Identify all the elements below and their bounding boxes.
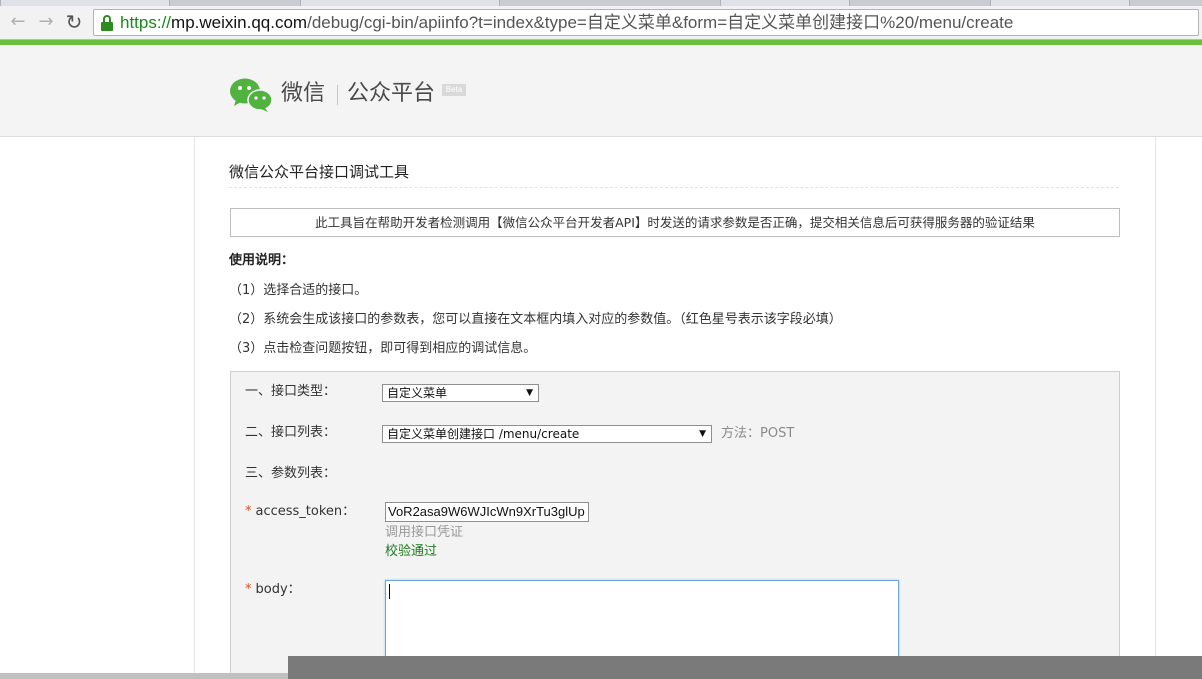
bottom-overlay-bar [288,656,1202,679]
url-text[interactable]: https://mp.weixin.qq.com/debug/cgi-bin/a… [120,10,1013,35]
brand-name: 微信 [281,81,326,106]
url-path: /debug/cgi-bin/apiinfo?t=index&type=自定义菜… [307,13,1014,32]
usage-step-2: （2）系统会生成该接口的参数表，您可以直接在文本框内填入对应的参数值。（红色星号… [229,312,842,327]
usage-step-1: （1）选择合适的接口。 [229,283,368,298]
forward-icon[interactable]: → [35,10,57,34]
access-token-input[interactable]: VoR2asa9W6WJIcWn9XrTu3glUp [385,502,589,522]
url-scheme: https:// [120,13,172,32]
browser-toolbar: ← → ↻ https://mp.weixin.qq.com/debug/cgi… [0,6,1202,40]
dropdown-arrow-icon: ▼ [699,429,706,439]
site-header: 微信 公众平台 Beta [0,45,1202,137]
required-mark: * [245,582,252,597]
url-host: mp.weixin.qq.com [171,13,308,32]
api-type-value: 自定义菜单 [387,386,448,400]
api-list-label: 二、接口列表： [245,425,337,440]
address-bar[interactable]: https://mp.weixin.qq.com/debug/cgi-bin/a… [93,9,1199,36]
api-list-value: 自定义菜单创建接口 /menu/create [387,427,580,441]
params-label: 三、参数列表： [245,466,337,481]
body-label-text: body： [255,582,301,597]
api-type-label: 一、接口类型： [245,384,337,399]
horizontal-scrollbar[interactable] [0,673,288,679]
access-token-hint: 调用接口凭证 [385,525,464,540]
brand-divider [337,85,338,105]
dropdown-arrow-icon: ▼ [526,388,533,398]
validation-status: 校验通过 [385,544,438,559]
reload-icon[interactable]: ↻ [63,10,85,34]
method-text: 方法：POST [721,426,795,441]
usage-step-3: （3）点击检查问题按钮，即可得到相应的调试信息。 [229,341,537,356]
wechat-logo-icon[interactable] [229,77,273,113]
page-title: 微信公众平台接口调试工具 [229,163,410,181]
lock-icon[interactable] [100,15,114,31]
access-token-label: * access_token： [245,503,355,521]
api-list-select[interactable]: 自定义菜单创建接口 /menu/create ▼ [382,425,712,443]
beta-badge: Beta [442,84,466,96]
access-token-label-text: access_token： [255,504,356,519]
required-mark: * [245,504,252,519]
notice-box: 此工具旨在帮助开发者检测调用【微信公众平台开发者API】时发送的请求参数是否正确… [230,208,1120,237]
back-icon[interactable]: ← [7,10,29,34]
text-cursor [389,584,390,599]
title-divider [229,187,1119,188]
api-type-select[interactable]: 自定义菜单 ▼ [382,384,539,402]
usage-heading: 使用说明： [229,253,295,268]
brand-subtitle: 公众平台 [347,81,436,106]
body-label: * body： [245,581,301,599]
